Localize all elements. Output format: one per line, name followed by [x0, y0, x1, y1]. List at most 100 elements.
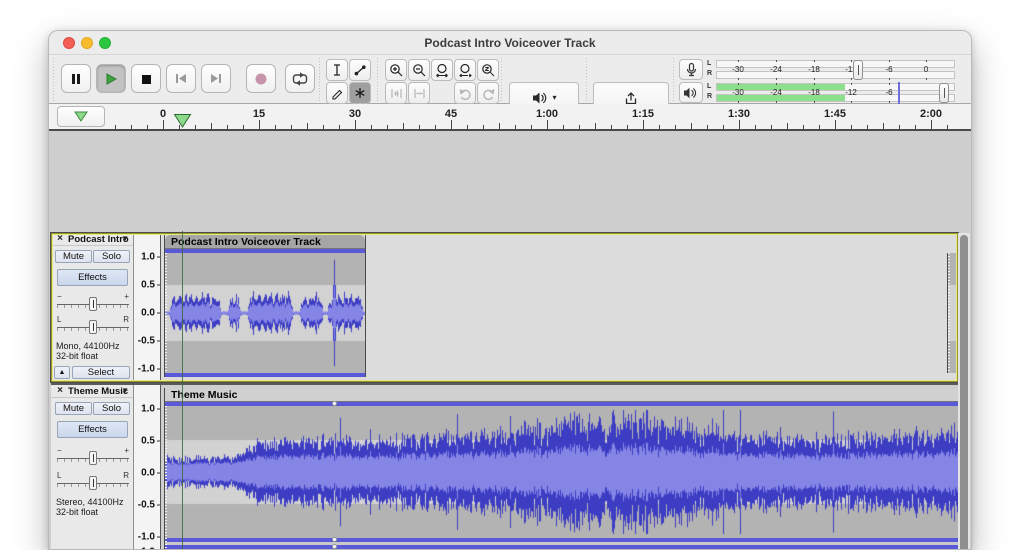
clip-left-edge-handle[interactable] — [165, 406, 167, 550]
trim-audio-button[interactable] — [385, 82, 407, 104]
clip-envelope-top[interactable] — [165, 402, 958, 406]
vertical-scrollbar-thumb[interactable] — [960, 235, 968, 550]
timeline-tick — [851, 125, 852, 129]
vertical-ruler-podcast-intro[interactable]: 1.00.50.0-0.5-1.0 — [134, 233, 161, 382]
gain-slider[interactable]: − + — [57, 292, 129, 312]
playback-volume-slider[interactable] — [939, 83, 949, 103]
track-name[interactable]: Podcast Intro — [68, 234, 129, 245]
clip-left-edge-handle[interactable] — [948, 253, 950, 373]
undo-button[interactable] — [454, 82, 476, 104]
collapse-track-button[interactable]: ▲ — [54, 366, 70, 379]
close-track-button[interactable]: × — [54, 385, 66, 397]
fit-project-icon — [458, 63, 473, 78]
toolbar-gripper[interactable] — [319, 58, 324, 101]
redo-button[interactable] — [477, 82, 499, 104]
stop-button[interactable] — [131, 64, 161, 93]
record-meter[interactable]: L R -30-24-18-12-60 — [707, 59, 955, 81]
toolbar-gripper[interactable] — [586, 58, 591, 101]
toolbar-gripper[interactable] — [377, 58, 382, 101]
envelope-control-point[interactable] — [332, 544, 337, 549]
clip-podcast-intro[interactable]: Podcast Intro Voiceover Track — [164, 235, 366, 377]
zoom-out-icon — [412, 63, 427, 78]
clip-envelope-mid-upper[interactable] — [165, 538, 958, 542]
pan-slider-thumb[interactable] — [89, 476, 97, 490]
envelope-control-point[interactable] — [332, 401, 337, 406]
solo-button[interactable]: Solo — [93, 250, 130, 263]
silence-audio-button[interactable] — [408, 82, 430, 104]
zoom-toggle-button[interactable] — [477, 59, 499, 81]
effects-button[interactable]: Effects — [57, 421, 128, 438]
timeline-ruler[interactable]: 01530451:001:151:301:452:00 — [49, 104, 971, 131]
clip-partial-right[interactable] — [947, 253, 958, 373]
close-track-button[interactable]: × — [54, 233, 66, 245]
title-bar: Podcast Intro Voiceover Track — [49, 31, 971, 55]
loop-button[interactable] — [285, 64, 315, 93]
playback-meter-button[interactable] — [679, 82, 703, 103]
gain-slider[interactable]: − + — [57, 446, 129, 466]
vertical-ruler-theme-music[interactable]: 1.00.50.0-0.5-1.01.00.50.0 — [134, 385, 161, 550]
timeline-tick — [275, 125, 276, 129]
playback-meter[interactable]: L R -30-24-18-12-6 — [707, 82, 955, 104]
vertical-scrollbar[interactable] — [958, 233, 970, 550]
envelope-control-point[interactable] — [332, 537, 337, 542]
clip-left-edge-handle[interactable] — [165, 253, 167, 373]
envelope-tool-button[interactable] — [349, 59, 371, 81]
toolbar-gripper[interactable] — [53, 58, 58, 101]
timeline-tick — [355, 120, 356, 129]
clip-envelope-mid-lower[interactable] — [165, 545, 958, 549]
toolbar-gripper[interactable] — [673, 58, 678, 101]
timeline-tick — [403, 123, 404, 129]
gain-slider-thumb[interactable] — [89, 297, 97, 311]
vertical-ruler-tick — [157, 257, 160, 258]
solo-button[interactable]: Solo — [93, 402, 130, 415]
record-volume-slider[interactable] — [853, 60, 863, 80]
vertical-ruler-label: 0.0 — [141, 308, 155, 319]
timeline-label: 1:15 — [632, 108, 654, 120]
effects-button[interactable]: Effects — [57, 269, 128, 286]
playhead-marker[interactable] — [173, 113, 192, 129]
select-track-button[interactable]: Select — [72, 366, 130, 379]
clip-title[interactable]: Theme Music — [165, 388, 958, 402]
waveform-podcast-intro[interactable] — [165, 253, 365, 373]
zoom-out-button[interactable] — [408, 59, 430, 81]
mute-button[interactable]: Mute — [55, 402, 92, 415]
pan-slider-thumb[interactable] — [89, 320, 97, 334]
skip-to-end-button[interactable] — [201, 64, 231, 93]
toolbar-gripper[interactable] — [501, 58, 506, 101]
clip-theme-music[interactable]: Theme Music — [164, 388, 958, 550]
undo-icon — [458, 86, 473, 101]
pan-slider[interactable]: L R — [57, 471, 129, 491]
fit-project-button[interactable] — [454, 59, 476, 81]
playback-peak-indicator — [898, 82, 900, 104]
clip-envelope-top[interactable] — [165, 249, 365, 253]
draw-tool-button[interactable] — [326, 82, 348, 104]
pan-slider[interactable]: L R — [57, 315, 129, 335]
gain-slider-thumb[interactable] — [89, 451, 97, 465]
redo-icon — [481, 86, 496, 101]
fit-selection-button[interactable] — [431, 59, 453, 81]
play-button[interactable] — [96, 64, 126, 93]
timeline-pin-button[interactable] — [57, 106, 105, 127]
track-menu-icon[interactable]: ▼ — [121, 386, 129, 395]
clip-title[interactable]: Podcast Intro Voiceover Track — [165, 235, 365, 249]
selection-tool-button[interactable] — [326, 59, 348, 81]
multi-tool-button[interactable] — [349, 82, 371, 104]
timeline-tick — [227, 125, 228, 129]
mute-button[interactable]: Mute — [55, 250, 92, 263]
waveform-theme-music-left[interactable] — [165, 406, 958, 538]
timeline-tick — [947, 125, 948, 129]
meter-scale-tick — [738, 60, 739, 62]
timeline-tick — [211, 123, 212, 129]
fit-selection-icon — [435, 63, 450, 78]
pause-button[interactable] — [61, 64, 91, 93]
track-menu-icon[interactable]: ▼ — [121, 234, 129, 243]
vertical-ruler-tick — [157, 473, 160, 474]
record-meter-button[interactable] — [679, 59, 703, 80]
toolbar: ▾ Audio Setup Share Audio L R -30-24-18-… — [49, 55, 971, 104]
track-name[interactable]: Theme Music — [68, 386, 128, 397]
clip-envelope-bottom[interactable] — [165, 373, 365, 377]
skip-to-start-button[interactable] — [166, 64, 196, 93]
track-control-panel-podcast-intro: × Podcast Intro ▼ Mute Solo Effects − + … — [51, 233, 134, 382]
zoom-in-button[interactable] — [385, 59, 407, 81]
record-button[interactable] — [246, 64, 276, 93]
